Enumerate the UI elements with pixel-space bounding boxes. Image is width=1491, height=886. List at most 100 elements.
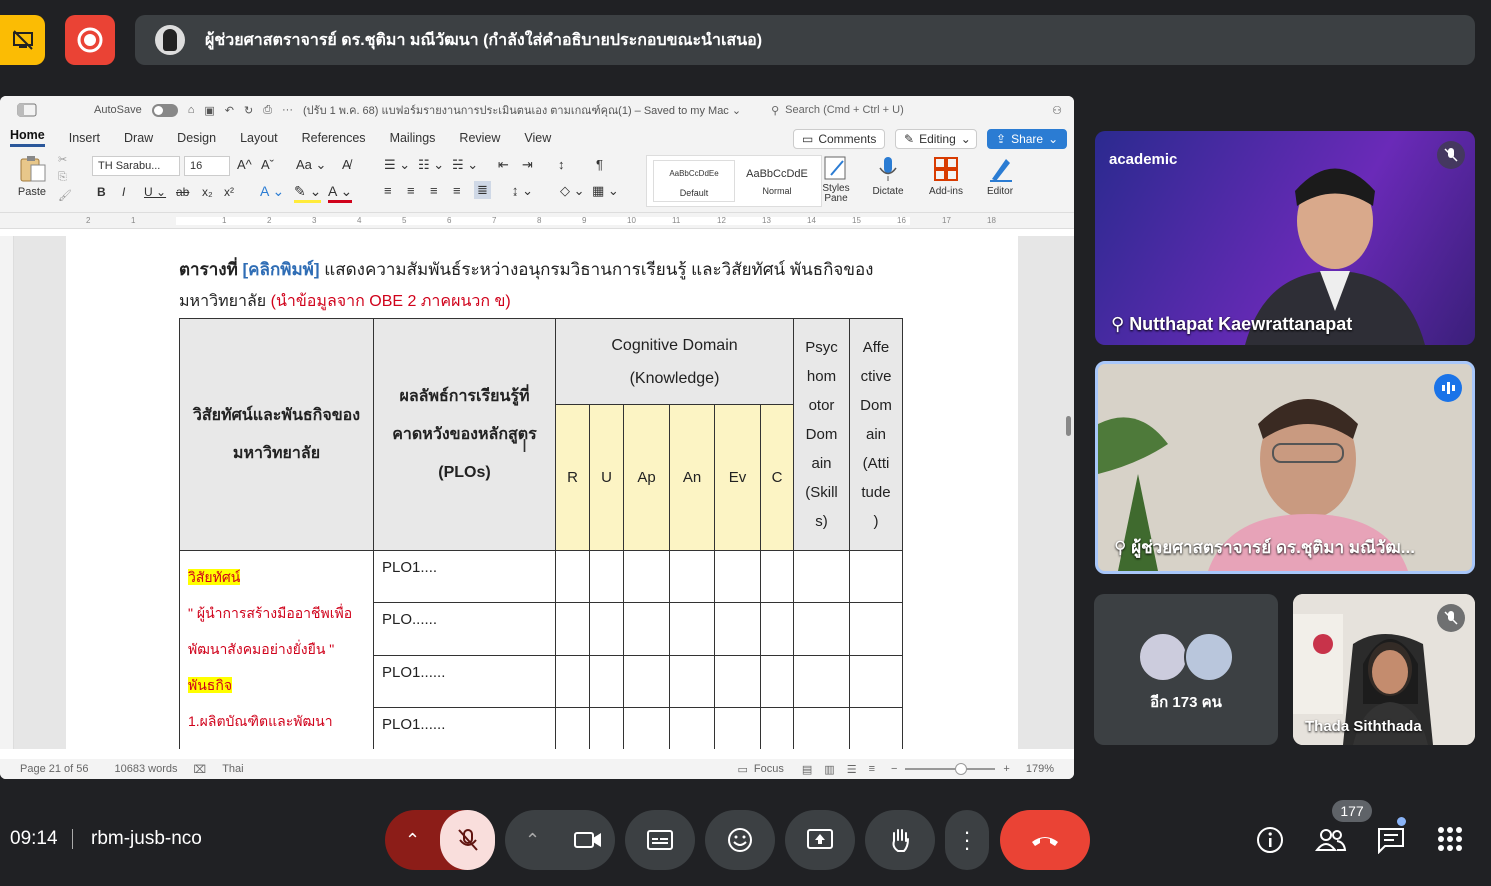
- table-cell[interactable]: [760, 550, 794, 603]
- activities-button[interactable]: [1437, 826, 1463, 857]
- subscript-icon[interactable]: x₂: [202, 185, 213, 199]
- shading-icon[interactable]: ◇ ⌄: [560, 183, 585, 199]
- pilcrow-icon[interactable]: ¶: [596, 157, 603, 172]
- dictate-button[interactable]: Dictate: [868, 155, 908, 197]
- line-spacing-icon[interactable]: ↨ ⌄: [512, 183, 533, 199]
- font-color-icon[interactable]: A ⌄: [328, 183, 353, 203]
- more-options-button[interactable]: · · ·: [945, 810, 989, 870]
- table-cell[interactable]: [714, 550, 761, 603]
- zoom-in-icon[interactable]: +: [1003, 763, 1009, 775]
- italic-icon[interactable]: I: [122, 185, 125, 199]
- table-cell[interactable]: [555, 550, 590, 603]
- web-layout-icon[interactable]: ▥: [824, 763, 834, 776]
- word-count[interactable]: 10683 words: [115, 763, 178, 775]
- meeting-info-button[interactable]: [1256, 826, 1284, 859]
- sidebar-toggle-icon[interactable]: [14, 103, 44, 117]
- plo-cell[interactable]: PLO1....: [373, 550, 556, 603]
- share-button[interactable]: ⇪ Share ⌄: [987, 129, 1067, 149]
- table-cell[interactable]: [793, 550, 850, 603]
- focus-button[interactable]: Focus: [754, 763, 784, 775]
- paste-button[interactable]: Paste: [12, 155, 52, 198]
- autosave-toggle[interactable]: [151, 103, 178, 117]
- search-box[interactable]: ⚲ Search (Cmd + Ctrl + U): [771, 100, 991, 120]
- video-options-button[interactable]: ⌃: [505, 830, 560, 851]
- zoom-out-icon[interactable]: −: [891, 763, 897, 775]
- redo-icon[interactable]: ↻: [244, 104, 253, 117]
- table-cell[interactable]: [623, 707, 670, 749]
- table-cell[interactable]: [623, 550, 670, 603]
- font-size-select[interactable]: 16: [184, 156, 230, 176]
- align-right-icon[interactable]: ≡: [430, 183, 438, 198]
- align-center-icon[interactable]: ≡: [407, 183, 415, 198]
- style-default[interactable]: AaBbCcDdEe Default: [653, 160, 735, 202]
- stop-sharing-button[interactable]: [0, 15, 45, 65]
- grow-font-icon[interactable]: A^: [237, 157, 252, 172]
- table-cell[interactable]: [760, 707, 794, 749]
- people-button[interactable]: [1314, 826, 1347, 859]
- table-cell[interactable]: [623, 602, 670, 656]
- table-cell[interactable]: [760, 655, 794, 708]
- chat-button[interactable]: [1376, 826, 1406, 859]
- participant-tile-active[interactable]: ⚲ ผู้ช่วยศาสตราจารย์ ดร.ชุติมา มณีวัฒ...: [1095, 361, 1475, 574]
- text-effects-icon[interactable]: A ⌄: [260, 183, 284, 200]
- bold-icon[interactable]: B: [97, 185, 106, 199]
- draft-icon[interactable]: ≡: [869, 763, 875, 775]
- table-cell[interactable]: [589, 550, 624, 603]
- plo-cell[interactable]: PLO1......: [373, 655, 556, 708]
- pin-icon[interactable]: ⚲: [1114, 538, 1131, 557]
- table-cell[interactable]: [849, 602, 903, 656]
- document-page[interactable]: ตารางที่ [คลิกพิมพ์] แสดงความสัมพันธ์ระห…: [66, 236, 1018, 749]
- print-icon[interactable]: ⎙: [263, 104, 272, 117]
- raise-hand-button[interactable]: [865, 810, 935, 870]
- tab-insert[interactable]: Insert: [69, 131, 100, 145]
- document-area[interactable]: ตารางที่ [คลิกพิมพ์] แสดงความสัมพันธ์ระห…: [0, 236, 1074, 749]
- outline-icon[interactable]: ☰: [847, 763, 857, 776]
- table-cell[interactable]: [714, 655, 761, 708]
- tab-references[interactable]: References: [302, 131, 366, 145]
- highlight-icon[interactable]: ✎ ⌄: [294, 183, 322, 203]
- page-count[interactable]: Page 21 of 56: [20, 763, 89, 775]
- home-icon[interactable]: ⌂: [188, 104, 195, 116]
- participant-tile[interactable]: Thada Siththada: [1293, 594, 1475, 745]
- table-cell[interactable]: [760, 602, 794, 656]
- print-layout-icon[interactable]: ▤: [802, 763, 812, 776]
- caption-click-placeholder[interactable]: [คลิกพิมพ์]: [243, 260, 320, 279]
- tab-view[interactable]: View: [524, 131, 551, 145]
- table-cell[interactable]: [555, 707, 590, 749]
- font-name-select[interactable]: TH Sarabu...: [92, 156, 180, 176]
- recording-button[interactable]: [65, 15, 115, 65]
- reactions-button[interactable]: [705, 810, 775, 870]
- tab-layout[interactable]: Layout: [240, 131, 278, 145]
- table-cell[interactable]: [623, 655, 670, 708]
- captions-button[interactable]: [625, 810, 695, 870]
- tab-draw[interactable]: Draw: [124, 131, 153, 145]
- table-cell[interactable]: [589, 707, 624, 749]
- more-icon[interactable]: ···: [282, 104, 293, 116]
- table-cell[interactable]: [589, 655, 624, 708]
- table-cell[interactable]: [793, 707, 850, 749]
- tab-design[interactable]: Design: [177, 131, 216, 145]
- horizontal-ruler[interactable]: 2 1 1 2 3 4 5 6 7 8 9 10 11 12 13 14 15 …: [0, 213, 1074, 229]
- table-cell[interactable]: [669, 550, 715, 603]
- account-icon[interactable]: ⚇: [1052, 104, 1062, 117]
- decrease-indent-icon[interactable]: ⇤: [498, 157, 509, 173]
- change-case-icon[interactable]: Aa ⌄: [296, 157, 326, 173]
- table-cell[interactable]: [849, 550, 903, 603]
- table-cell[interactable]: [714, 602, 761, 656]
- zoom-slider[interactable]: [905, 763, 996, 775]
- comments-button[interactable]: ▭ Comments: [793, 129, 885, 149]
- superscript-icon[interactable]: x²: [224, 185, 234, 199]
- numbering-icon[interactable]: ☷ ⌄: [418, 157, 444, 173]
- present-button[interactable]: [785, 810, 855, 870]
- align-left-icon[interactable]: ≡: [384, 183, 392, 198]
- table-cell[interactable]: [555, 655, 590, 708]
- tab-mailings[interactable]: Mailings: [390, 131, 436, 145]
- proofing-icon[interactable]: ⌧: [194, 763, 207, 776]
- plo-cell[interactable]: PLO1......: [373, 707, 556, 749]
- table-cell[interactable]: [589, 602, 624, 656]
- strikethrough-icon[interactable]: ab: [176, 185, 189, 199]
- table-cell[interactable]: [793, 655, 850, 708]
- copy-icon[interactable]: ⎘: [58, 171, 67, 184]
- audio-options-button[interactable]: ⌃: [385, 830, 440, 851]
- format-painter-icon[interactable]: 🖌: [58, 189, 72, 202]
